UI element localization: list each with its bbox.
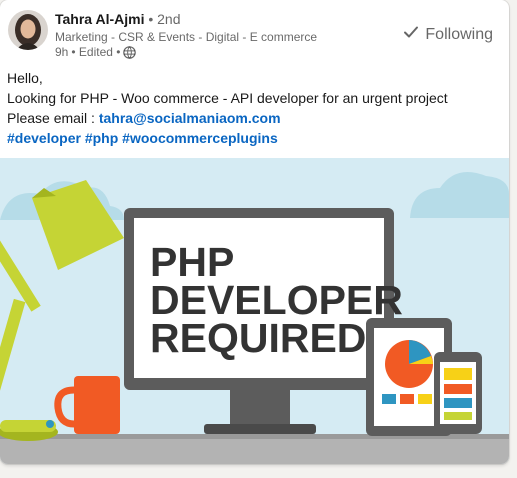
- author-headline: Marketing - CSR & Events - Digital - E c…: [55, 30, 318, 44]
- post-meta: 9h • Edited •: [55, 45, 137, 59]
- phone-icon: [434, 352, 482, 434]
- hashtag-developer[interactable]: #developer: [7, 130, 81, 146]
- following-button[interactable]: Following: [403, 24, 493, 45]
- email-link[interactable]: tahra@socialmaniaom.com: [99, 110, 281, 126]
- hashtag-woocommerceplugins[interactable]: #woocommerceplugins: [122, 130, 278, 146]
- post-edited: • Edited •: [71, 45, 121, 59]
- post-body: Hello, Looking for PHP - Woo commerce - …: [7, 68, 502, 148]
- post-email-line: Please email : tahra@socialmaniaom.com: [7, 108, 502, 128]
- image-headline-line: REQUIRED: [150, 315, 366, 361]
- following-label: Following: [425, 25, 493, 43]
- author-line: Tahra Al-Ajmi • 2nd: [55, 11, 181, 27]
- email-prefix: Please email :: [7, 110, 99, 126]
- post-greeting: Hello,: [7, 70, 43, 86]
- post-body-line: Looking for PHP - Woo commerce - API dev…: [7, 90, 448, 106]
- globe-icon: [123, 45, 137, 59]
- feed-post-card: Tahra Al-Ajmi • 2nd Marketing - CSR & Ev…: [0, 0, 509, 464]
- author-avatar[interactable]: [8, 10, 48, 50]
- connection-degree: • 2nd: [148, 11, 181, 27]
- author-name[interactable]: Tahra Al-Ajmi: [55, 11, 144, 27]
- post-image[interactable]: PHP DEVELOPER REQUIRED: [0, 158, 509, 464]
- hashtag-line: #developer #php #woocommerceplugins: [7, 128, 502, 148]
- post-time: 9h: [55, 45, 69, 59]
- checkmark-icon: [403, 24, 419, 45]
- hashtag-php[interactable]: #php: [85, 130, 118, 146]
- post-header: Tahra Al-Ajmi • 2nd Marketing - CSR & Ev…: [0, 0, 509, 66]
